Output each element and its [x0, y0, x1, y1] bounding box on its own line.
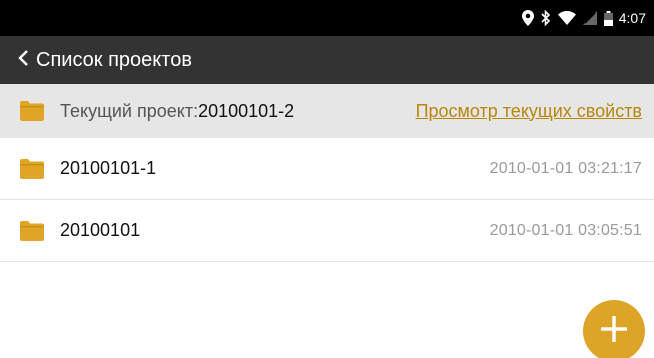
- project-date: 2010-01-01 03:05:51: [489, 221, 642, 239]
- status-time: 4:07: [618, 10, 646, 26]
- project-list-item[interactable]: 20100101-1 2010-01-01 03:21:17: [0, 138, 654, 200]
- project-list-screen: 4:07 Список проектов Текущий проект:2010…: [0, 0, 654, 358]
- signal-icon: [582, 11, 597, 25]
- view-current-properties-link[interactable]: Просмотр текущих свойств: [416, 101, 642, 122]
- project-list-item[interactable]: 20100101 2010-01-01 03:05:51: [0, 200, 654, 262]
- folder-icon: [20, 158, 44, 179]
- current-project-value: 20100101-2: [198, 100, 295, 121]
- project-name: 20100101: [60, 220, 141, 240]
- folder-icon: [20, 220, 44, 241]
- battery-icon: [603, 10, 613, 26]
- status-bar: 4:07: [0, 0, 654, 36]
- chevron-left-icon: [17, 49, 31, 72]
- current-project-text: Текущий проект:20100101-2: [60, 101, 416, 122]
- wifi-icon: [557, 11, 576, 25]
- page-title: Список проектов: [36, 48, 192, 71]
- current-project-row: Текущий проект:20100101-2 Просмотр текущ…: [0, 84, 654, 138]
- plus-icon: [599, 314, 629, 349]
- location-icon: [521, 10, 534, 26]
- project-name: 20100101-1: [60, 158, 157, 178]
- add-project-button[interactable]: [583, 300, 645, 358]
- bluetooth-icon: [541, 10, 551, 26]
- project-date: 2010-01-01 03:21:17: [489, 159, 642, 177]
- current-project-label: Текущий проект:: [60, 100, 199, 121]
- app-bar: Список проектов: [0, 36, 654, 84]
- folder-icon: [20, 101, 44, 121]
